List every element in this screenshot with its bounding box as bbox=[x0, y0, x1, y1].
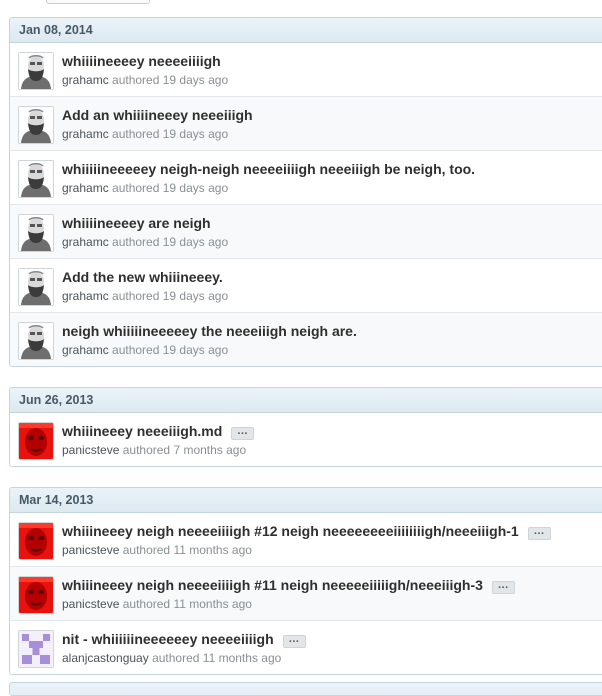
relative-time: 11 months ago bbox=[202, 651, 282, 665]
expand-description-button[interactable]: … bbox=[282, 634, 306, 648]
commit-meta: panicsteve authored 11 months ago bbox=[62, 543, 252, 557]
date-group: Jan 08, 2014 whiiiineeeey neeeeiiiigh gra… bbox=[9, 17, 602, 367]
authored-label: authored bbox=[112, 235, 160, 249]
identicon-avatar[interactable] bbox=[18, 630, 54, 668]
author-link[interactable]: grahamc bbox=[62, 73, 109, 87]
commit-meta: alanjcastonguay authored 11 months ago bbox=[62, 651, 281, 665]
relative-time: 19 days ago bbox=[162, 73, 229, 87]
authored-label: authored bbox=[112, 289, 160, 303]
grahamc-avatar[interactable] bbox=[18, 214, 54, 252]
author-link[interactable]: panicsteve bbox=[62, 597, 119, 611]
author-link[interactable]: grahamc bbox=[62, 343, 109, 357]
author-link[interactable]: panicsteve bbox=[62, 543, 119, 557]
authored-label: authored bbox=[122, 443, 171, 457]
relative-time: 11 months ago bbox=[173, 597, 252, 611]
commit-meta: panicsteve authored 7 months ago bbox=[62, 443, 246, 457]
commit-message-container: nit - whiiiiiineeeeeey neeeeiiiigh … bbox=[62, 631, 306, 648]
commit-message-link[interactable]: whiiiiineeeeey neigh-neigh neeeeiiiigh n… bbox=[62, 161, 475, 177]
commit-meta: panicsteve authored 11 months ago bbox=[62, 597, 252, 611]
commit-row: Add an whiiiineeey neeeiiigh grahamc auth… bbox=[10, 96, 602, 150]
commit-meta: grahamc authored 19 days ago bbox=[62, 127, 228, 141]
relative-time: 11 months ago bbox=[173, 543, 252, 557]
relative-time: 19 days ago bbox=[162, 343, 229, 357]
authored-label: authored bbox=[152, 651, 200, 665]
commit-message-container: whiiineeey neeeiiigh.md … bbox=[62, 423, 255, 440]
expand-description-button[interactable]: … bbox=[527, 526, 551, 540]
commit-row: whiiiineeeey neeeeiiiigh grahamc authored… bbox=[10, 43, 602, 96]
commit-row: Add the new whiiineeey. grahamc authored … bbox=[10, 258, 602, 312]
relative-time: 7 months ago bbox=[173, 443, 247, 457]
commit-row: whiiiiineeeeey neigh-neigh neeeeiiiigh n… bbox=[10, 150, 602, 204]
partial-date-group bbox=[9, 682, 602, 696]
authored-label: authored bbox=[112, 181, 160, 195]
commit-message-container: Add an whiiiineeey neeeiiigh bbox=[62, 107, 253, 123]
commit-message-container: Add the new whiiineeey. bbox=[62, 269, 223, 285]
commit-message-container: whiiineeey neigh neeeeiiiigh #11 neigh n… bbox=[62, 577, 515, 594]
commit-row: whiiineeey neigh neeeeiiiigh #11 neigh n… bbox=[10, 566, 602, 620]
date-header: Jun 26, 2013 bbox=[10, 388, 602, 413]
commit-message-link[interactable]: whiiineeey neigh neeeeiiiigh #11 neigh n… bbox=[62, 577, 483, 593]
commit-message-link[interactable]: whiiineeey neigh neeeeiiiigh #12 neigh n… bbox=[62, 523, 519, 539]
grahamc-avatar[interactable] bbox=[18, 52, 54, 90]
commit-message-link[interactable]: whiiiineeeey neeeeiiiigh bbox=[62, 53, 221, 69]
commit-message-container: whiiineeey neigh neeeeiiiigh #12 neigh n… bbox=[62, 523, 551, 540]
commit-message-container: whiiiineeeey are neigh bbox=[62, 215, 211, 231]
commit-history: Jan 08, 2014 whiiiineeeey neeeeiiiigh gra… bbox=[9, 17, 602, 695]
authored-label: authored bbox=[122, 543, 171, 557]
grahamc-avatar[interactable] bbox=[18, 106, 54, 144]
relative-time: 19 days ago bbox=[162, 235, 229, 249]
author-link[interactable]: alanjcastonguay bbox=[62, 651, 149, 665]
commit-message-link[interactable]: Add an whiiiineeey neeeiiigh bbox=[62, 107, 253, 123]
author-link[interactable]: grahamc bbox=[62, 127, 109, 141]
grahamc-avatar[interactable] bbox=[18, 322, 54, 360]
author-link[interactable]: grahamc bbox=[62, 181, 109, 195]
commit-message-link[interactable]: whiiiineeeey are neigh bbox=[62, 215, 211, 231]
commit-meta: grahamc authored 19 days ago bbox=[62, 181, 228, 195]
grahamc-avatar[interactable] bbox=[18, 268, 54, 306]
panicsteve-avatar[interactable] bbox=[18, 422, 54, 460]
author-link[interactable]: grahamc bbox=[62, 235, 109, 249]
authored-label: authored bbox=[112, 127, 160, 141]
commit-message-link[interactable]: whiiineeey neeeiiigh.md bbox=[62, 423, 222, 439]
commit-meta: grahamc authored 19 days ago bbox=[62, 289, 228, 303]
commit-meta: grahamc authored 19 days ago bbox=[62, 73, 228, 87]
panicsteve-avatar[interactable] bbox=[18, 576, 54, 614]
commit-message-container: neigh whiiiiineeeeey the neeeiiigh neigh… bbox=[62, 323, 357, 339]
commit-message-link[interactable]: nit - whiiiiiineeeeeey neeeeiiiigh bbox=[62, 631, 274, 647]
relative-time: 19 days ago bbox=[162, 289, 229, 303]
authored-label: authored bbox=[112, 343, 160, 357]
authored-label: authored bbox=[112, 73, 160, 87]
commit-meta: grahamc authored 19 days ago bbox=[62, 343, 228, 357]
grahamc-avatar[interactable] bbox=[18, 160, 54, 198]
author-link[interactable]: panicsteve bbox=[62, 443, 119, 457]
commit-message-link[interactable]: Add the new whiiineeey. bbox=[62, 269, 223, 285]
commit-row: whiiiineeeey are neigh grahamc authored 1… bbox=[10, 204, 602, 258]
date-header: Jan 08, 2014 bbox=[10, 18, 602, 43]
commit-meta: grahamc authored 19 days ago bbox=[62, 235, 228, 249]
commit-row: nit - whiiiiiineeeeeey neeeeiiiigh… alanj… bbox=[10, 620, 602, 674]
top-button-edge[interactable] bbox=[46, 0, 150, 4]
date-group: Jun 26, 2013 whiiineeey neeeiiigh.md … pan… bbox=[9, 387, 602, 467]
expand-description-button[interactable]: … bbox=[491, 580, 515, 594]
relative-time: 19 days ago bbox=[162, 181, 229, 195]
author-link[interactable]: grahamc bbox=[62, 289, 109, 303]
commit-row: neigh whiiiiineeeeey the neeeiiigh neigh… bbox=[10, 312, 602, 366]
date-header: Mar 14, 2013 bbox=[10, 488, 602, 513]
commit-row: whiiineeey neigh neeeeiiiigh #12 neigh n… bbox=[10, 513, 602, 566]
date-group: Mar 14, 2013 whiiineeey neigh neeeeiiiig… bbox=[9, 487, 602, 675]
commit-message-container: whiiiiineeeeey neigh-neigh neeeeiiiigh n… bbox=[62, 161, 475, 177]
relative-time: 19 days ago bbox=[162, 127, 229, 141]
panicsteve-avatar[interactable] bbox=[18, 522, 54, 560]
commit-message-link[interactable]: neigh whiiiiineeeeey the neeeiiigh neigh… bbox=[62, 323, 357, 339]
authored-label: authored bbox=[122, 597, 171, 611]
commit-row: whiiineeey neeeiiigh.md … panicsteve autho… bbox=[10, 413, 602, 466]
expand-description-button[interactable]: … bbox=[231, 426, 255, 440]
commit-message-container: whiiiineeeey neeeeiiiigh bbox=[62, 53, 221, 69]
